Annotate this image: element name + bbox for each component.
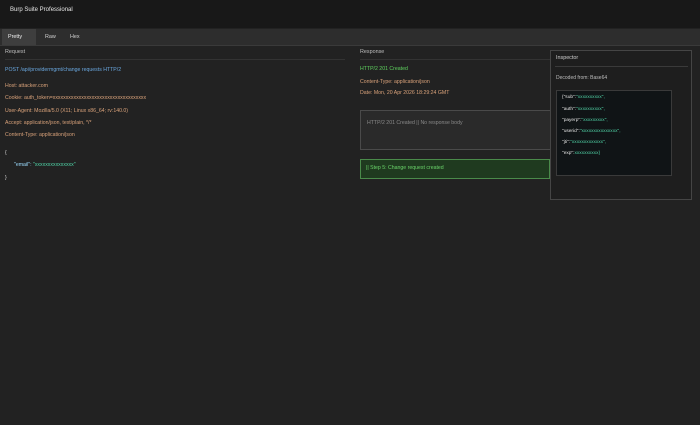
claim-auth: "auth":"xxxxxxxxxx", [562,107,605,112]
inspector-title: Inspector [556,55,579,61]
window-title: Burp Suite Professional [10,7,73,13]
email-key: "email": [14,162,32,168]
inspector-divider [555,66,688,67]
claim-exp: "exp":xxxxxxxxxx} [562,151,601,156]
user-agent-header[interactable]: User-Agent: Mozilla/5.0 (X11; Linux x86_… [5,108,128,114]
body-close-brace: } [5,175,7,181]
request-pane-label: Request [5,49,26,55]
response-pane-label: Response [360,49,385,55]
body-open-brace: { [5,150,7,156]
step-status-note: || Step 5: Change request created [360,159,550,179]
content-type-header[interactable]: Content-Type: application/json [5,132,75,138]
email-value: "xxxxxxxxxxxxxxx" [32,162,76,168]
accept-header[interactable]: Accept: application/json, text/plain, */… [5,120,92,126]
tab-raw[interactable]: Raw [39,29,62,45]
inspector-panel: Inspector Decoded from: Base64 {"sub":"x… [550,50,692,200]
response-date[interactable]: Date: Mon, 20 Apr 2026 18:29:24 GMT [360,90,449,96]
decoded-from-label: Decoded from: Base64 [556,75,608,81]
response-content-type[interactable]: Content-Type: application/json [360,79,430,85]
view-tab-bar: Pretty Raw Hex [0,29,700,46]
request-divider [5,59,345,60]
claim-payerp: "payerp":"xxxxxxxxx", [562,118,608,123]
request-line[interactable]: POST /api/providermgmt/change requests H… [5,67,121,73]
body-email-field[interactable]: "email": "xxxxxxxxxxxxxxx" [14,162,76,168]
tab-hex[interactable]: Hex [64,29,86,45]
title-bar: Burp Suite Professional [0,0,700,28]
response-status-line[interactable]: HTTP/2 201 Created [360,66,408,72]
cookie-header[interactable]: Cookie: auth_token=xxxxxxxxxxxxxxxxxxxxx… [5,95,146,101]
claim-userid: "userid":"xxxxxxxxxxxxxxx", [562,129,621,134]
claim-jti: "jti":"xxxxxxxxxxxxx", [562,140,607,145]
claim-sub: {"sub":"xxxxxxxxxx", [562,95,605,100]
decoded-jwt-box[interactable]: {"sub":"xxxxxxxxxx", "auth":"xxxxxxxxxx"… [556,90,672,176]
tab-pretty[interactable]: Pretty [2,29,36,45]
host-header[interactable]: Host: attacker.com [5,83,48,89]
